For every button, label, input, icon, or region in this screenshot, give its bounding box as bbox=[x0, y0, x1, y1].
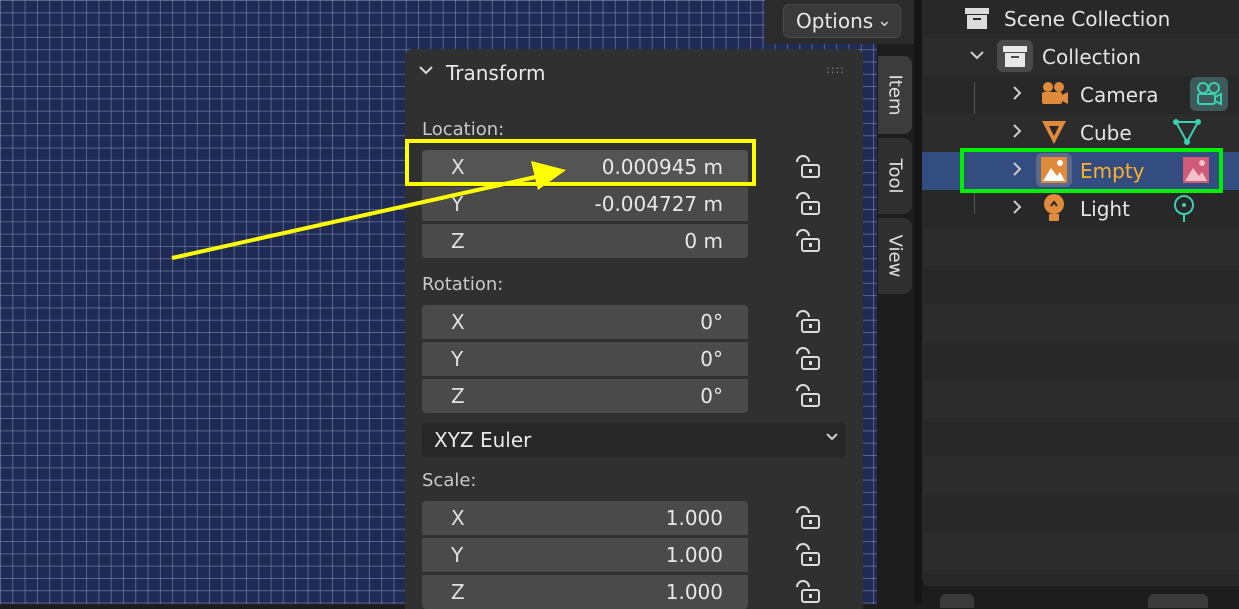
outliner-row-cube[interactable]: Cube bbox=[922, 114, 1239, 152]
outliner-row-collection[interactable]: Collection bbox=[922, 38, 1239, 76]
collapse-chevron-icon[interactable] bbox=[417, 61, 435, 84]
lock-icon[interactable] bbox=[793, 228, 821, 254]
rotation-z-field[interactable]: Z 0° bbox=[422, 379, 748, 413]
field-value: 0 m bbox=[684, 229, 723, 253]
scale-x-field[interactable]: X 1.000 bbox=[422, 501, 748, 535]
axis-label: Z bbox=[451, 229, 465, 253]
tab-item[interactable]: Item bbox=[878, 56, 912, 134]
options-label: Options bbox=[796, 9, 874, 33]
outliner-empty-row bbox=[922, 532, 1239, 570]
rotation-y-field[interactable]: Y 0° bbox=[422, 342, 748, 376]
field-value: 0° bbox=[700, 347, 723, 371]
axis-label: Y bbox=[451, 192, 464, 216]
object-label: Cube bbox=[1080, 121, 1132, 145]
scene-collection-icon bbox=[965, 8, 989, 29]
location-y-field[interactable]: Y -0.004727 m bbox=[422, 187, 748, 221]
sidebar-n-panel: Transform :::: Location: X 0.000945 m Y … bbox=[405, 49, 863, 609]
lock-icon[interactable] bbox=[793, 579, 821, 605]
chevron-down-icon bbox=[824, 429, 840, 449]
outliner: Scene Collection Collection Camera Cube bbox=[922, 0, 1239, 586]
field-value: 0° bbox=[700, 310, 723, 334]
tab-tool-label: Tool bbox=[884, 158, 906, 194]
field-value: -0.004727 m bbox=[594, 192, 724, 216]
light-data-icon[interactable] bbox=[1170, 194, 1198, 224]
options-dropdown[interactable]: Options ⌄ bbox=[783, 4, 901, 38]
camera-data-icon[interactable] bbox=[1190, 77, 1228, 111]
camera-icon bbox=[1042, 82, 1068, 104]
drag-grip-icon[interactable]: :::: bbox=[826, 63, 845, 76]
location-label: Location: bbox=[422, 119, 505, 140]
properties-header bbox=[922, 590, 1239, 608]
scene-collection-label: Scene Collection bbox=[1004, 7, 1171, 31]
collection-icon-bg bbox=[997, 40, 1033, 72]
axis-label: Z bbox=[451, 580, 465, 604]
field-value: 1.000 bbox=[665, 580, 723, 604]
lock-icon[interactable] bbox=[793, 309, 821, 335]
chevron-right-icon[interactable] bbox=[1008, 84, 1026, 106]
highlight-box-empty bbox=[960, 148, 1223, 193]
lock-icon[interactable] bbox=[793, 154, 821, 180]
outliner-empty-row bbox=[922, 228, 1239, 266]
lock-icon[interactable] bbox=[793, 542, 821, 568]
outliner-empty-row bbox=[922, 304, 1239, 342]
outliner-empty-row bbox=[922, 456, 1239, 494]
collection-label: Collection bbox=[1042, 45, 1141, 69]
field-value: 0° bbox=[700, 384, 723, 408]
transform-panel-header[interactable]: Transform :::: bbox=[405, 49, 863, 99]
rotation-x-field[interactable]: X 0° bbox=[422, 305, 748, 339]
search-field[interactable] bbox=[1148, 594, 1208, 608]
scale-label: Scale: bbox=[422, 470, 477, 491]
axis-label: X bbox=[451, 506, 465, 530]
mesh-data-icon[interactable] bbox=[1172, 118, 1202, 146]
scale-y-field[interactable]: Y 1.000 bbox=[422, 538, 748, 572]
outliner-row-camera[interactable]: Camera bbox=[922, 76, 1239, 114]
tab-view[interactable]: View bbox=[878, 218, 912, 294]
highlight-box-location-x bbox=[405, 139, 756, 186]
rotation-mode-value: XYZ Euler bbox=[434, 428, 532, 452]
area-divider[interactable] bbox=[914, 0, 922, 604]
tab-tool[interactable]: Tool bbox=[878, 138, 912, 214]
rotation-mode-dropdown[interactable]: XYZ Euler bbox=[422, 423, 846, 457]
axis-label: X bbox=[451, 310, 465, 334]
tab-item-label: Item bbox=[884, 74, 906, 116]
outliner-row-light[interactable]: Light bbox=[922, 190, 1239, 228]
chevron-down-icon: ⌄ bbox=[876, 10, 892, 31]
object-label: Camera bbox=[1080, 83, 1159, 107]
lock-icon[interactable] bbox=[793, 383, 821, 409]
light-icon bbox=[1044, 194, 1064, 221]
lock-icon[interactable] bbox=[793, 505, 821, 531]
tab-view-label: View bbox=[884, 234, 906, 278]
outliner-empty-row bbox=[922, 380, 1239, 418]
location-z-field[interactable]: Z 0 m bbox=[422, 224, 748, 258]
collection-icon bbox=[1003, 46, 1027, 67]
panel-title: Transform bbox=[446, 61, 546, 85]
object-label: Light bbox=[1080, 197, 1130, 221]
lock-icon[interactable] bbox=[793, 346, 821, 372]
mesh-icon bbox=[1042, 121, 1066, 144]
editor-type-button[interactable] bbox=[940, 594, 974, 608]
chevron-down-icon[interactable] bbox=[968, 46, 986, 68]
field-value: 1.000 bbox=[665, 543, 723, 567]
field-value: 1.000 bbox=[665, 506, 723, 530]
axis-label: Y bbox=[451, 543, 464, 567]
rotation-label: Rotation: bbox=[422, 274, 504, 295]
axis-label: Y bbox=[451, 347, 464, 371]
lock-icon[interactable] bbox=[793, 191, 821, 217]
outliner-row-scene-collection[interactable]: Scene Collection bbox=[922, 0, 1239, 38]
chevron-right-icon[interactable] bbox=[1008, 198, 1026, 220]
axis-label: Z bbox=[451, 384, 465, 408]
chevron-right-icon[interactable] bbox=[1008, 122, 1026, 144]
